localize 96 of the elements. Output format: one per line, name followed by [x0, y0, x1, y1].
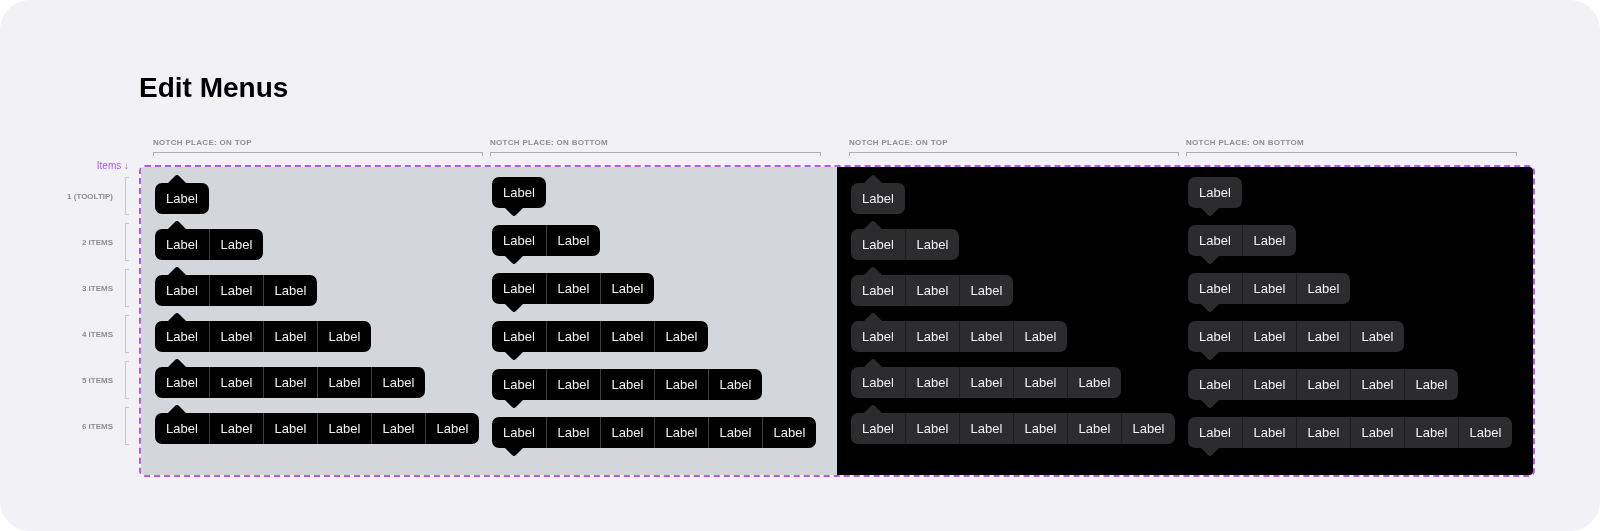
menu-item[interactable]: Label: [1296, 417, 1350, 448]
menu-item[interactable]: Label: [546, 225, 600, 256]
row-label: 2 ITEMS: [81, 237, 113, 247]
menu-item[interactable]: Label: [209, 367, 263, 398]
menu-item[interactable]: Label: [425, 413, 479, 444]
menu-item[interactable]: Label: [1067, 367, 1121, 398]
row-label: 4 ITEMS: [81, 329, 113, 339]
menu-item[interactable]: Label: [371, 367, 425, 398]
menu-item[interactable]: Label: [317, 367, 371, 398]
menu-item[interactable]: Label: [1242, 369, 1296, 400]
menu-item[interactable]: Label: [600, 321, 654, 352]
menu-item[interactable]: Label: [1242, 225, 1296, 256]
menu-item[interactable]: Label: [1188, 177, 1242, 208]
column-header: NOTCH PLACE: ON BOTTOM: [490, 138, 608, 147]
menu-item[interactable]: Label: [959, 275, 1013, 306]
menu-item[interactable]: Label: [317, 321, 371, 352]
menu-item[interactable]: Label: [905, 229, 959, 260]
menu-item[interactable]: Label: [600, 273, 654, 304]
menu-item[interactable]: Label: [155, 275, 209, 306]
menu-item[interactable]: Label: [762, 417, 816, 448]
menu-item[interactable]: Label: [155, 229, 209, 260]
row-label: 1 (TOOLTIP): [67, 191, 113, 201]
items-legend: Items ↓: [96, 160, 129, 171]
menu-item[interactable]: Label: [708, 369, 762, 400]
page-title: Edit Menus: [139, 72, 289, 104]
menu-item[interactable]: Label: [1013, 367, 1067, 398]
menu-item[interactable]: Label: [708, 417, 762, 448]
menu-item[interactable]: Label: [1188, 273, 1242, 304]
row-label: 3 ITEMS: [81, 283, 113, 293]
menu-item[interactable]: Label: [492, 369, 546, 400]
menu-item[interactable]: Label: [1296, 273, 1350, 304]
menu-item[interactable]: Label: [492, 321, 546, 352]
menu-item[interactable]: Label: [905, 321, 959, 352]
menu-item[interactable]: Label: [492, 417, 546, 448]
menu-item[interactable]: Label: [654, 321, 708, 352]
menu-item[interactable]: Label: [155, 183, 209, 214]
menu-item[interactable]: Label: [1013, 321, 1067, 352]
menu-item[interactable]: Label: [155, 321, 209, 352]
column-header: NOTCH PLACE: ON TOP: [153, 138, 252, 147]
menu-item[interactable]: Label: [959, 321, 1013, 352]
menu-item[interactable]: Label: [1350, 417, 1404, 448]
menu-item[interactable]: Label: [209, 229, 263, 260]
menu-item[interactable]: Label: [851, 229, 905, 260]
menu-item[interactable]: Label: [1067, 413, 1121, 444]
menu-item[interactable]: Label: [155, 413, 209, 444]
menu-item[interactable]: Label: [492, 177, 546, 208]
menu-item[interactable]: Label: [1242, 417, 1296, 448]
menu-item[interactable]: Label: [546, 273, 600, 304]
menu-item[interactable]: Label: [905, 367, 959, 398]
menu-item[interactable]: Label: [546, 321, 600, 352]
menu-item[interactable]: Label: [851, 321, 905, 352]
row-label: 5 ITEMS: [81, 375, 113, 385]
menu-item[interactable]: Label: [851, 367, 905, 398]
menu-item[interactable]: Label: [209, 275, 263, 306]
menu-item[interactable]: Label: [654, 369, 708, 400]
menu-item[interactable]: Label: [546, 369, 600, 400]
menu-item[interactable]: Label: [905, 413, 959, 444]
menu-item[interactable]: Label: [1121, 413, 1175, 444]
menu-item[interactable]: Label: [1350, 321, 1404, 352]
menu-item[interactable]: Label: [263, 367, 317, 398]
menu-item[interactable]: Label: [263, 413, 317, 444]
menu-item[interactable]: Label: [1188, 369, 1242, 400]
menu-item[interactable]: Label: [209, 321, 263, 352]
menu-item[interactable]: Label: [1188, 321, 1242, 352]
column-header: NOTCH PLACE: ON TOP: [849, 138, 948, 147]
menu-item[interactable]: Label: [1188, 417, 1242, 448]
menu-item[interactable]: Label: [600, 369, 654, 400]
menu-item[interactable]: Label: [155, 367, 209, 398]
menu-item[interactable]: Label: [1404, 417, 1458, 448]
menu-item[interactable]: Label: [1458, 417, 1512, 448]
menu-item[interactable]: Label: [492, 273, 546, 304]
menu-item[interactable]: Label: [851, 275, 905, 306]
menu-item[interactable]: Label: [1404, 369, 1458, 400]
row-label: 6 ITEMS: [81, 421, 113, 431]
menu-item[interactable]: Label: [959, 367, 1013, 398]
menu-item[interactable]: Label: [851, 183, 905, 214]
menu-item[interactable]: Label: [654, 417, 708, 448]
menu-item[interactable]: Label: [209, 413, 263, 444]
menu-item[interactable]: Label: [600, 417, 654, 448]
menu-item[interactable]: Label: [905, 275, 959, 306]
menu-item[interactable]: Label: [959, 413, 1013, 444]
menu-item[interactable]: Label: [1296, 321, 1350, 352]
menu-item[interactable]: Label: [263, 321, 317, 352]
menu-item[interactable]: Label: [317, 413, 371, 444]
menu-item[interactable]: Label: [1242, 321, 1296, 352]
menu-item[interactable]: Label: [1188, 225, 1242, 256]
menu-item[interactable]: Label: [1013, 413, 1067, 444]
column-header: NOTCH PLACE: ON BOTTOM: [1186, 138, 1304, 147]
menu-item[interactable]: Label: [263, 275, 317, 306]
menu-item[interactable]: Label: [546, 417, 600, 448]
menu-item[interactable]: Label: [851, 413, 905, 444]
menu-item[interactable]: Label: [1242, 273, 1296, 304]
menu-item[interactable]: Label: [1350, 369, 1404, 400]
menu-item[interactable]: Label: [1296, 369, 1350, 400]
menu-item[interactable]: Label: [371, 413, 425, 444]
menu-item[interactable]: Label: [492, 225, 546, 256]
